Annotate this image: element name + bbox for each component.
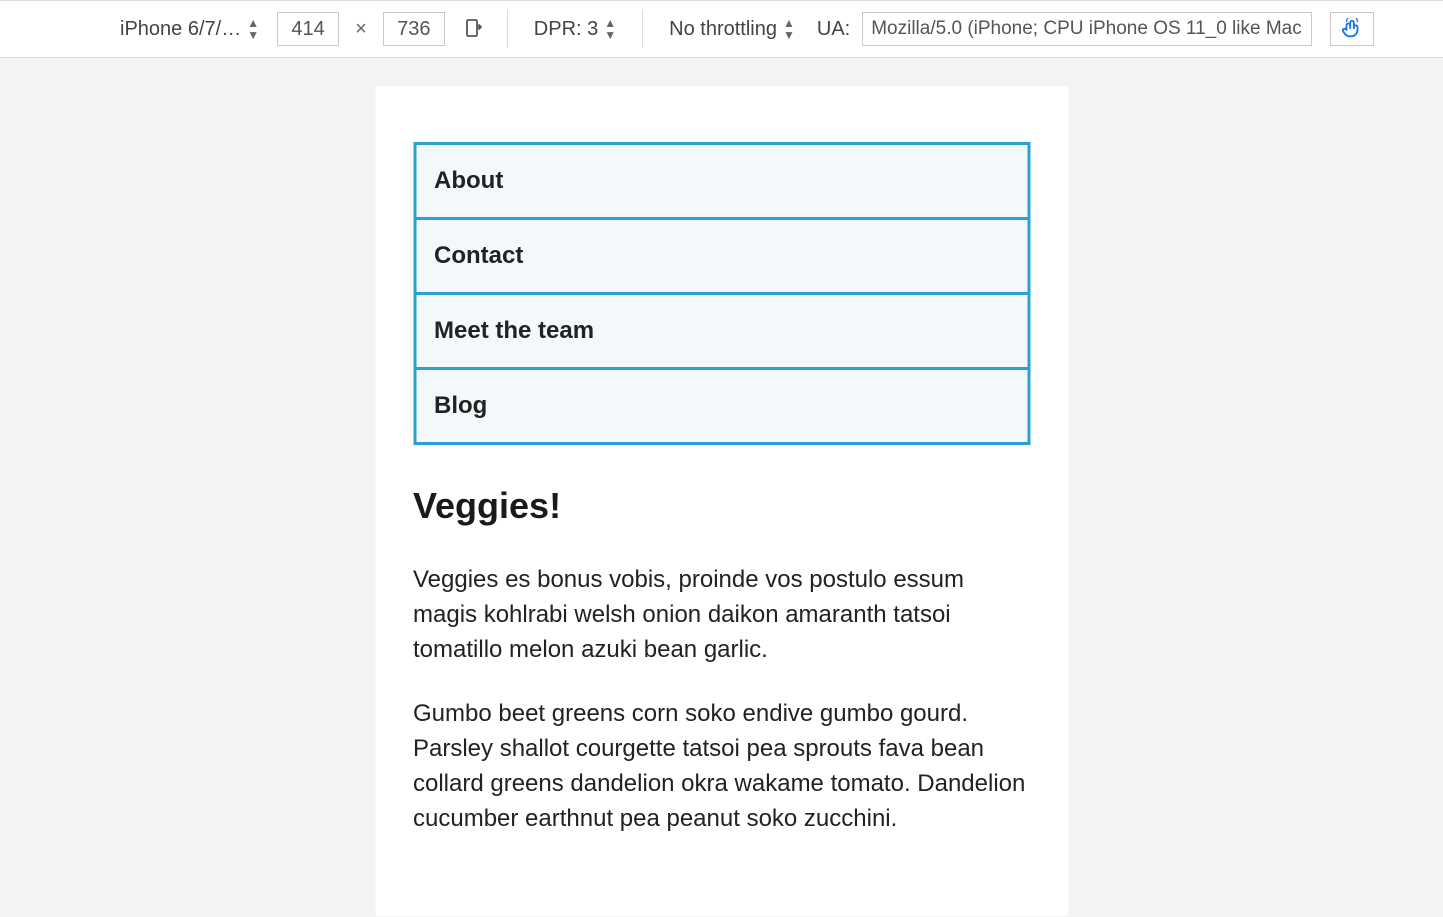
- width-input[interactable]: [277, 12, 339, 46]
- device-select[interactable]: iPhone 6/7/… ▲▼: [114, 13, 265, 45]
- rotate-icon[interactable]: [457, 14, 487, 44]
- throttling-label: No throttling: [669, 18, 777, 41]
- device-viewport[interactable]: About Contact Meet the team Blog Veggies…: [375, 86, 1068, 916]
- filler: [413, 867, 1030, 916]
- nav-item-label: Contact: [434, 242, 523, 269]
- nav-item-label: Meet the team: [434, 317, 594, 344]
- dimension-separator: ×: [351, 18, 371, 41]
- throttling-select[interactable]: No throttling ▲▼: [663, 13, 801, 45]
- touch-toggle-button[interactable]: [1330, 12, 1374, 46]
- nav-item-meet-the-team[interactable]: Meet the team: [416, 295, 1027, 370]
- nav-item-label: Blog: [434, 392, 487, 419]
- paragraph: Gumbo beet greens corn soko endive gumbo…: [413, 697, 1030, 836]
- dpr-label: DPR: 3: [534, 18, 598, 41]
- toolbar-divider: [642, 10, 643, 48]
- nav-list: About Contact Meet the team Blog: [413, 142, 1030, 445]
- ua-value: Mozilla/5.0 (iPhone; CPU iPhone OS 11_0 …: [871, 18, 1302, 40]
- ua-input[interactable]: Mozilla/5.0 (iPhone; CPU iPhone OS 11_0 …: [862, 12, 1312, 46]
- article: Veggies! Veggies es bonus vobis, proinde…: [413, 485, 1030, 837]
- sort-icon: ▲▼: [247, 17, 259, 41]
- device-frame: About Contact Meet the team Blog Veggies…: [375, 86, 1068, 916]
- device-select-label: iPhone 6/7/…: [120, 18, 241, 41]
- ua-label: UA:: [817, 18, 850, 41]
- toolbar-divider: [507, 10, 508, 48]
- paragraph: Veggies es bonus vobis, proinde vos post…: [413, 563, 1030, 667]
- device-toolbar: iPhone 6/7/… ▲▼ × DPR: 3 ▲▼ No throttlin…: [0, 0, 1443, 58]
- workspace: About Contact Meet the team Blog Veggies…: [0, 58, 1443, 917]
- sort-icon: ▲▼: [783, 17, 795, 41]
- page-heading: Veggies!: [413, 485, 1030, 527]
- page-content: About Contact Meet the team Blog Veggies…: [375, 86, 1068, 916]
- dpr-select[interactable]: DPR: 3 ▲▼: [528, 13, 622, 45]
- nav-item-contact[interactable]: Contact: [416, 220, 1027, 295]
- height-input[interactable]: [383, 12, 445, 46]
- nav-item-label: About: [434, 167, 503, 194]
- sort-icon: ▲▼: [604, 17, 616, 41]
- nav-item-about[interactable]: About: [416, 145, 1027, 220]
- nav-item-blog[interactable]: Blog: [416, 370, 1027, 442]
